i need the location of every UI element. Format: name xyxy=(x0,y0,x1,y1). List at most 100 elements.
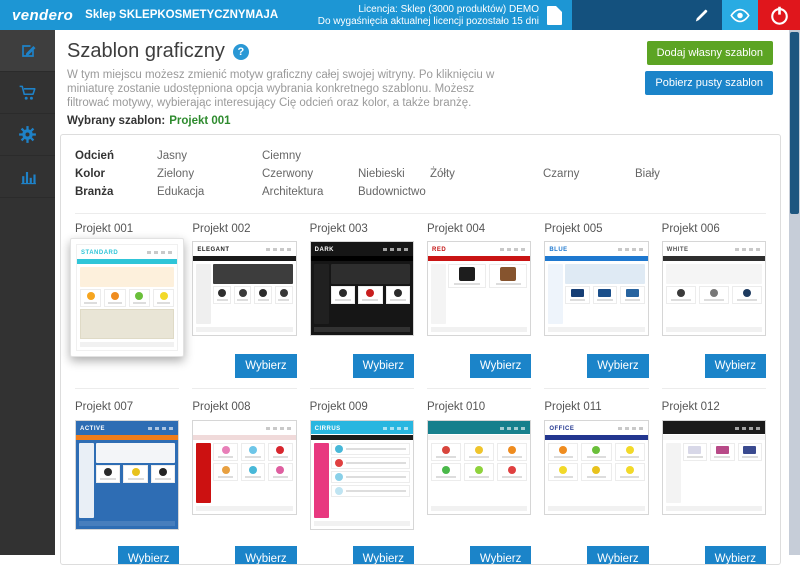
thumb-main-area xyxy=(683,443,762,503)
template-thumbnail[interactable]: RED xyxy=(427,241,531,336)
filter-option[interactable]: Architektura xyxy=(262,183,358,201)
thumbnail-preview xyxy=(428,421,530,514)
help-icon[interactable]: ? xyxy=(233,44,249,60)
thumb-product-tile xyxy=(254,286,272,304)
filter-option[interactable]: Budownictwo xyxy=(358,183,430,201)
select-template-button[interactable]: Wybierz xyxy=(587,546,648,565)
thumb-brand-bar: STANDARD xyxy=(77,245,177,258)
thumb-product-image xyxy=(688,446,701,454)
filter-option[interactable]: Jasny xyxy=(157,147,262,165)
thumb-product-pricebar xyxy=(245,456,261,458)
thumb-main-area xyxy=(431,443,527,503)
template-title: Projekt 008 xyxy=(192,401,296,417)
thumb-product-image xyxy=(626,446,634,454)
thumb-body xyxy=(663,261,765,327)
vertical-scrollbar[interactable] xyxy=(789,30,800,555)
template-thumbnail[interactable]: OFFICE xyxy=(544,420,648,515)
sidebar-item-orders[interactable] xyxy=(0,72,55,114)
filter-label: Odcień xyxy=(75,147,157,165)
thumb-product-tile xyxy=(123,465,147,483)
card-button-row: Wybierz xyxy=(427,354,531,378)
card-button-row: Wybierz xyxy=(427,546,531,565)
template-thumbnail[interactable]: CIRRUS xyxy=(310,420,414,530)
select-template-button[interactable]: Wybierz xyxy=(587,354,648,378)
top-bar-dark-section xyxy=(572,0,722,30)
thumb-brand-text: BLUE xyxy=(549,247,567,253)
thumb-product-image xyxy=(442,446,450,454)
filter-option[interactable]: Niebieski xyxy=(358,165,430,183)
template-thumbnail[interactable]: ELEGANT xyxy=(192,241,296,336)
thumb-product-image xyxy=(111,292,119,300)
vendero-logo[interactable]: vendero xyxy=(0,7,85,24)
thumb-product-image xyxy=(239,289,247,297)
page-title: Szablon graficzny xyxy=(67,40,225,63)
thumb-main-area xyxy=(213,264,292,324)
top-bar: vendero Sklep SKLEPKOSMETYCZNYMAJA Licen… xyxy=(0,0,800,30)
thumb-brand-text: ACTIVE xyxy=(80,426,105,432)
sidebar-item-edit-content[interactable] xyxy=(0,30,55,72)
sidebar-item-settings[interactable] xyxy=(0,114,55,156)
logout-power-button[interactable] xyxy=(758,0,800,30)
filter-option[interactable]: Edukacja xyxy=(157,183,262,201)
thumb-product-tile xyxy=(213,286,231,304)
select-template-button[interactable]: Wybierz xyxy=(705,354,766,378)
card-button-row: Wybierz xyxy=(544,354,648,378)
template-thumbnail[interactable]: DARK xyxy=(310,241,414,336)
select-template-button[interactable]: Wybierz xyxy=(235,546,296,565)
thumb-product-tile xyxy=(153,289,174,307)
thumb-product-image xyxy=(710,289,718,297)
select-template-button[interactable]: Wybierz xyxy=(470,354,531,378)
template-thumbnail[interactable] xyxy=(192,420,296,515)
sidebar-item-statistics[interactable] xyxy=(0,156,55,198)
edit-pencil-icon[interactable] xyxy=(693,7,710,24)
thumb-sidebar xyxy=(196,264,211,324)
thumb-product-pricebar xyxy=(469,456,489,458)
thumb-product-image xyxy=(222,446,230,454)
filter-option[interactable]: Czerwony xyxy=(262,165,358,183)
select-template-button[interactable]: Wybierz xyxy=(470,546,531,565)
template-thumbnail[interactable]: WHITE xyxy=(662,241,766,336)
filter-option[interactable]: Ciemny xyxy=(262,147,358,165)
thumb-product-image xyxy=(592,446,600,454)
select-template-button[interactable]: Wybierz xyxy=(353,546,414,565)
scrollbar-thumb[interactable] xyxy=(790,32,799,214)
cart-icon xyxy=(17,82,38,103)
select-template-button[interactable]: Wybierz xyxy=(118,546,179,565)
select-template-button[interactable]: Wybierz xyxy=(235,354,296,378)
thumb-product-row xyxy=(213,463,292,481)
thumb-brand-text: OFFICE xyxy=(549,426,574,432)
template-title: Projekt 005 xyxy=(544,223,648,238)
add-own-template-button[interactable]: Dodaj własny szablon xyxy=(647,41,773,65)
select-template-button[interactable]: Wybierz xyxy=(353,354,414,378)
template-title: Projekt 003 xyxy=(310,223,414,238)
template-thumbnail[interactable]: BLUE xyxy=(544,241,648,336)
thumb-product-image xyxy=(459,267,475,281)
preview-eye-button[interactable] xyxy=(722,0,758,30)
thumb-brand-bar: OFFICE xyxy=(545,421,647,434)
template-thumbnail[interactable]: STANDARD xyxy=(70,238,184,357)
thumb-product-pricebar xyxy=(502,456,522,458)
filter-option[interactable]: Zielony xyxy=(157,165,262,183)
filter-option[interactable]: Czarny xyxy=(543,165,635,183)
thumb-product-image xyxy=(475,446,483,454)
template-thumbnail[interactable] xyxy=(427,420,531,515)
thumb-product-tile xyxy=(431,443,461,461)
filter-option[interactable]: Biały xyxy=(635,165,715,183)
thumb-product-image xyxy=(571,289,584,297)
select-template-button[interactable]: Wybierz xyxy=(705,546,766,565)
thumbnail-zone xyxy=(427,417,531,539)
top-bar-left: vendero Sklep SKLEPKOSMETYCZNYMAJA Licen… xyxy=(0,0,572,30)
thumb-product-pricebar xyxy=(554,456,574,458)
thumb-product-tile xyxy=(615,443,645,461)
thumb-main-area xyxy=(565,264,644,324)
filter-option[interactable]: Żółty xyxy=(430,165,543,183)
thumb-brand-text: CIRRUS xyxy=(315,426,341,432)
selected-template-value: Projekt 001 xyxy=(169,115,230,127)
license-document-icon[interactable] xyxy=(547,6,562,25)
template-thumbnail[interactable]: ACTIVE xyxy=(75,420,179,530)
download-empty-template-button[interactable]: Pobierz pusty szablon xyxy=(645,71,773,95)
gear-icon xyxy=(17,124,38,145)
template-card: Projekt 011OFFICEWybierz xyxy=(544,401,648,565)
template-thumbnail[interactable] xyxy=(662,420,766,515)
thumb-product-pricebar xyxy=(597,299,613,301)
